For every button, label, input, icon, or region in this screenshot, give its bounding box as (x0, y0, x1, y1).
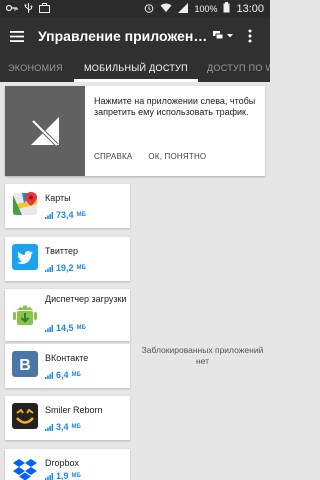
signal-bars-icon (45, 371, 53, 379)
signal-bars-icon (45, 423, 53, 431)
briefcase-icon (39, 2, 50, 16)
app-name: Твиттер (45, 246, 79, 256)
info-card: Нажмите на приложении слева, чтобы запре… (5, 86, 265, 176)
help-button[interactable]: СПРАВКА (94, 152, 132, 161)
app-item-smiler[interactable]: Smiler Reborn 3,4 МБ (5, 396, 130, 440)
dropbox-icon (12, 456, 38, 480)
app-item-download-manager[interactable]: Диспетчер загрузки 14,5 МБ (5, 289, 130, 341)
key-icon (5, 4, 18, 15)
app-name: Smiler Reborn (45, 405, 103, 415)
page-title: Управление приложени… (38, 28, 208, 44)
twitter-icon (12, 244, 38, 270)
battery-percent: 100% (194, 4, 218, 14)
app-name: ВКонтакте (45, 353, 89, 363)
svg-text:B: B (19, 357, 31, 374)
app-data-usage: 19,2 МБ (45, 263, 86, 273)
google-maps-icon (12, 191, 38, 217)
app-data-usage: 3,4 МБ (45, 422, 81, 432)
alarm-icon (144, 3, 154, 16)
app-item-dropbox[interactable]: Dropbox 1,9 МБ (5, 449, 130, 480)
app-name: Dropbox (45, 458, 80, 468)
vk-icon: B (12, 351, 38, 377)
tab-wifi-access[interactable]: ДОСТУП ПО W (207, 54, 270, 82)
more-vert-icon[interactable] (238, 18, 262, 54)
ok-button[interactable]: ОК, ПОНЯТНО (148, 152, 206, 161)
app-data-usage: 1,9 МБ (45, 471, 81, 480)
app-name: Диспетчер загрузки (45, 294, 127, 304)
signal-icon (178, 2, 189, 16)
app-data-usage: 6,4 МБ (45, 370, 81, 380)
no-data-icon (5, 86, 85, 176)
signal-bars-icon (45, 211, 53, 219)
signal-bars-icon (45, 264, 53, 272)
smiler-icon (12, 403, 38, 429)
signal-bars-icon (45, 324, 53, 332)
wifi-icon (160, 3, 172, 16)
usb-icon (24, 2, 33, 16)
app-name: Карты (45, 193, 71, 203)
android-download-manager-icon (12, 299, 38, 325)
sort-icon[interactable] (208, 18, 238, 54)
app-data-usage: 73,4 МБ (45, 210, 86, 220)
app-item-maps[interactable]: Карты 73,4 МБ (5, 184, 130, 228)
info-text: Нажмите на приложении слева, чтобы запре… (94, 96, 256, 117)
tab-bar: ЭКОНОМИЯ МОБИЛЬНЫЙ ДОСТУП ДОСТУП ПО W (0, 54, 270, 82)
app-item-twitter[interactable]: Твиттер 19,2 МБ (5, 237, 130, 281)
app-bar: Управление приложени… (0, 18, 270, 54)
hamburger-icon[interactable] (0, 18, 34, 54)
app-item-vk[interactable]: B ВКонтакте 6,4 МБ (5, 344, 130, 388)
battery-icon (223, 2, 230, 16)
status-bar: 100% 13:00 (0, 0, 270, 18)
signal-bars-icon (45, 472, 53, 480)
tab-economy[interactable]: ЭКОНОМИЯ (8, 54, 63, 82)
tab-mobile-access[interactable]: МОБИЛЬНЫЙ ДОСТУП (74, 54, 198, 82)
clock: 13:00 (236, 3, 264, 15)
app-data-usage: 14,5 МБ (45, 323, 86, 333)
blocked-empty-message: Заблокированных приложений нет (141, 345, 264, 366)
